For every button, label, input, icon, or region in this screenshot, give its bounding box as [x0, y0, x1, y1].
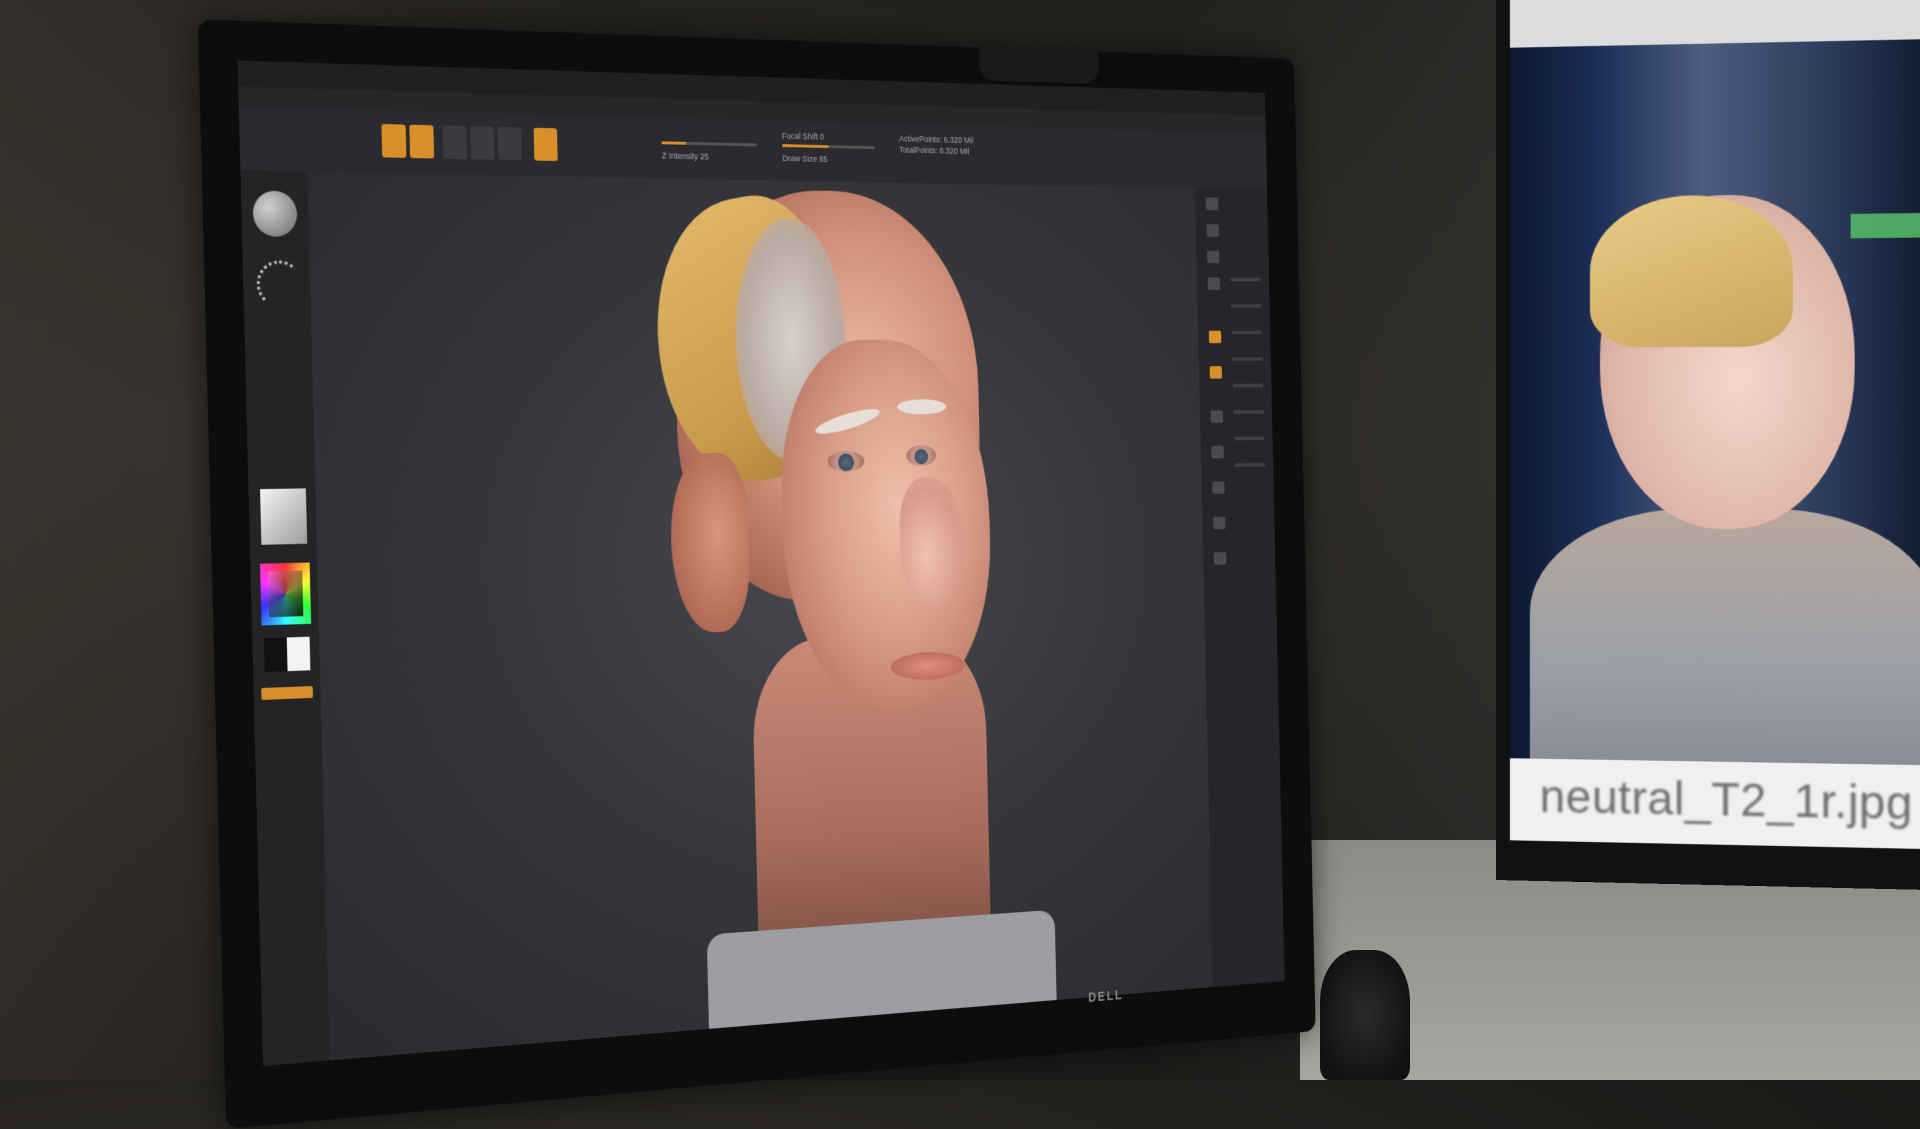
sphere-brush-icon[interactable] — [252, 190, 298, 237]
photo-body — [1529, 508, 1920, 766]
color-swatches[interactable] — [263, 636, 311, 673]
rotate-tool-button[interactable] — [497, 126, 522, 161]
rotate-view-icon[interactable] — [1213, 552, 1227, 565]
photo-badge — [1850, 212, 1920, 239]
sculpt-app-window: Z Intensity 25 Focal Shift 0 Draw Size 8… — [237, 60, 1285, 1066]
active-points-label: ActivePoints: 6.320 Mil — [898, 133, 974, 145]
scroll-icon[interactable] — [1207, 250, 1220, 264]
total-points-label: TotalPoints: 6.320 Mil — [899, 145, 970, 156]
focal-draw-sliders[interactable]: Focal Shift 0 Draw Size 85 — [782, 130, 875, 166]
reference-viewer: neutral_T2_1r.jpg — [1509, 0, 1920, 850]
side-monitor: neutral_T2_1r.jpg — [1496, 0, 1920, 891]
z-intensity-label: Z Intensity 25 — [661, 150, 709, 162]
head-shirt — [706, 909, 1058, 1048]
sculpt-viewport[interactable] — [307, 171, 1213, 1061]
move-tool-button[interactable] — [442, 125, 468, 160]
desk-figurine — [1320, 950, 1410, 1080]
subtool-row[interactable] — [1231, 330, 1262, 335]
zoom-icon[interactable] — [1207, 277, 1221, 290]
material-icon[interactable] — [260, 488, 308, 545]
subtool-row[interactable] — [1232, 357, 1263, 361]
subtool-row[interactable] — [1234, 436, 1265, 441]
focal-shift-label: Focal Shift 0 — [781, 131, 825, 142]
switch-color-button[interactable] — [261, 686, 313, 700]
monitor-brand: DELL — [1088, 987, 1124, 1005]
point-counts: ActivePoints: 6.320 Mil TotalPoints: 6.3… — [899, 133, 974, 157]
scale-view-icon[interactable] — [1213, 516, 1226, 530]
photo-cap — [1589, 194, 1793, 348]
head-ear — [669, 452, 752, 634]
floor-icon[interactable] — [1209, 366, 1223, 379]
subtool-row[interactable] — [1233, 410, 1264, 414]
scale-tool-button[interactable] — [470, 126, 495, 160]
reference-photo — [1509, 38, 1920, 766]
zadd-button[interactable] — [533, 127, 558, 162]
draw-mode-button[interactable] — [381, 124, 407, 158]
bpr-icon[interactable] — [1205, 197, 1219, 211]
draw-size-label: Draw Size 85 — [782, 153, 828, 164]
reference-caption: neutral_T2_1r.jpg — [1539, 769, 1913, 830]
main-monitor: Z Intensity 25 Focal Shift 0 Draw Size 8… — [197, 19, 1316, 1129]
dots-stroke-icon[interactable] — [256, 260, 304, 309]
webcam — [978, 47, 1099, 85]
spix-icon[interactable] — [1206, 224, 1219, 237]
subtool-row[interactable] — [1234, 462, 1265, 467]
persp-icon[interactable] — [1208, 330, 1222, 344]
subtool-row[interactable] — [1232, 383, 1264, 388]
subtool-row[interactable] — [1230, 277, 1261, 282]
intensity-slider[interactable]: Z Intensity 25 — [661, 127, 757, 163]
color-picker-icon[interactable] — [259, 562, 312, 626]
sculpted-head — [633, 184, 1058, 1048]
frame-icon[interactable] — [1211, 445, 1224, 459]
move-view-icon[interactable] — [1212, 481, 1225, 494]
edit-mode-button[interactable] — [409, 124, 435, 159]
local-icon[interactable] — [1210, 410, 1224, 423]
subtool-row[interactable] — [1231, 304, 1262, 308]
